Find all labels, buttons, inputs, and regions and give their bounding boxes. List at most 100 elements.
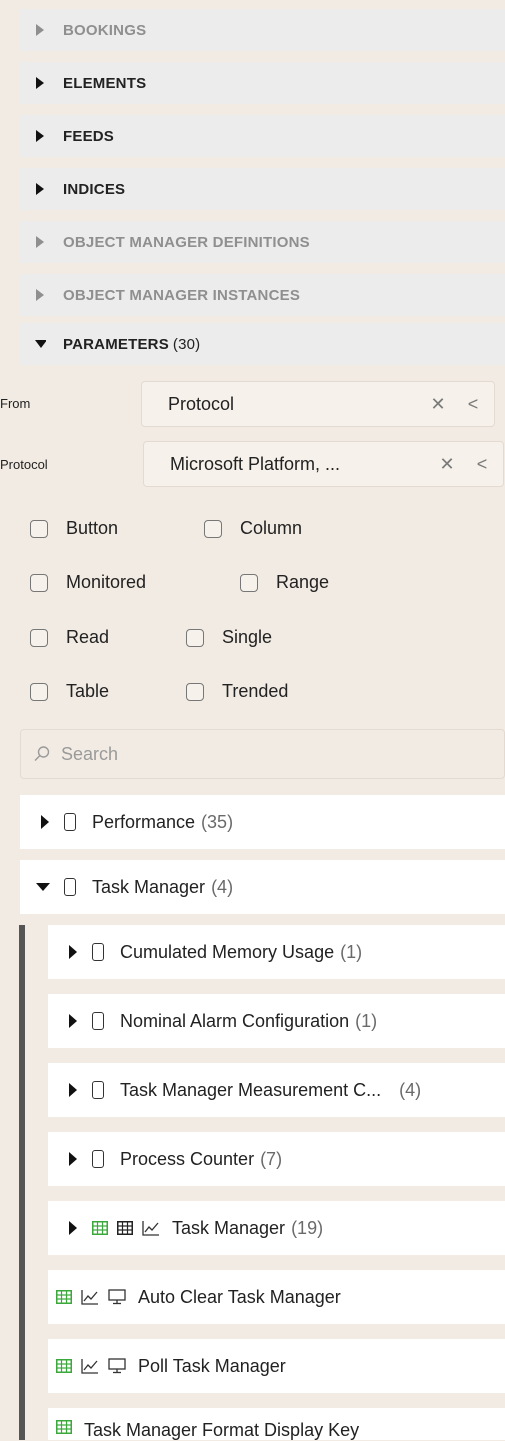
checkbox-label: Read [66, 627, 110, 647]
checkbox-box[interactable] [204, 519, 222, 538]
protocol-filter[interactable]: Microsoft Platform, ... ✕ < [143, 441, 504, 487]
tree-item-cumulated-memory-usage[interactable]: Cumulated Memory Usage (1) [48, 925, 505, 979]
tree-item-task-manager-table[interactable]: Task Manager (19) [48, 1201, 505, 1255]
tree-item-process-counter[interactable]: Process Counter (7) [48, 1132, 505, 1186]
search-box[interactable] [20, 729, 505, 779]
tree-item-task-manager-measurement[interactable]: Task Manager Measurement C... (4) [48, 1063, 505, 1117]
section-label: OBJECT MANAGER INSTANCES [63, 286, 301, 304]
checkbox-column[interactable]: Column [204, 518, 302, 539]
checkbox-range[interactable]: Range [240, 572, 329, 593]
section-feeds[interactable]: FEEDS [20, 115, 505, 157]
search-icon [33, 745, 51, 763]
from-label: From [0, 396, 31, 411]
section-elements[interactable]: ELEMENTS [20, 62, 505, 104]
checkbox-label: Monitored [66, 572, 147, 592]
section-label: FEEDS [63, 127, 115, 145]
tree-item-count: (35) [201, 811, 234, 832]
folder-icon [92, 1012, 104, 1030]
checkbox-box[interactable] [30, 519, 48, 538]
green-table-icon [56, 1290, 72, 1304]
section-indices[interactable]: INDICES [20, 168, 505, 210]
protocol-value: Microsoft Platform, ... [170, 453, 341, 474]
tree-item-count: (4) [211, 876, 234, 897]
chevron-right-icon [34, 76, 46, 90]
section-label: PARAMETERS [63, 335, 169, 353]
checkbox-box[interactable] [30, 573, 48, 592]
chevron-down-icon[interactable] [34, 882, 52, 892]
checkbox-trended[interactable]: Trended [186, 681, 288, 702]
tree-guide-line [19, 925, 25, 1440]
tree-item-performance[interactable]: Performance (35) [20, 795, 505, 849]
folder-icon [64, 878, 76, 896]
chevron-right-icon[interactable] [38, 814, 52, 830]
tree-item-count: (1) [340, 941, 363, 962]
tree-item-auto-clear-task-manager[interactable]: Auto Clear Task Manager [48, 1270, 505, 1324]
chevron-right-icon[interactable] [66, 1013, 80, 1029]
folder-icon [92, 943, 104, 961]
chevron-right-icon [34, 23, 46, 37]
checkbox-button[interactable]: Button [30, 518, 118, 539]
checkbox-box[interactable] [30, 682, 48, 701]
tree-item-label: Cumulated Memory Usage [120, 941, 335, 962]
tree-item-label: Auto Clear Task Manager [138, 1286, 341, 1307]
tree-item-count: (19) [291, 1217, 324, 1238]
checkbox-monitored[interactable]: Monitored [30, 572, 146, 593]
chevron-right-icon[interactable] [66, 944, 80, 960]
checkbox-box[interactable] [240, 573, 258, 592]
trend-icon [142, 1220, 160, 1236]
checkbox-label: Table [66, 681, 110, 701]
section-label: ELEMENTS [63, 74, 147, 92]
trend-icon [81, 1358, 99, 1374]
folder-icon [92, 1081, 104, 1099]
green-table-icon [92, 1221, 108, 1235]
section-object-manager-definitions[interactable]: OBJECT MANAGER DEFINITIONS [20, 221, 505, 263]
section-label: OBJECT MANAGER DEFINITIONS [63, 233, 310, 251]
chevron-right-icon [34, 288, 46, 302]
section-label: BOOKINGS [63, 21, 147, 39]
chevron-right-icon [34, 182, 46, 196]
tree-item-label: Performance [92, 811, 196, 832]
tree-item-label: Task Manager [92, 876, 206, 897]
checkbox-label: Button [66, 518, 119, 538]
tree-item-count: (4) [399, 1079, 422, 1100]
tree-item-label: Poll Task Manager [138, 1355, 286, 1376]
chevron-right-icon[interactable] [66, 1082, 80, 1098]
section-parameters[interactable]: PARAMETERS (30) [20, 323, 505, 365]
green-table-icon [56, 1420, 72, 1434]
tree-item-nominal-alarm-configuration[interactable]: Nominal Alarm Configuration (1) [48, 994, 505, 1048]
section-object-manager-instances[interactable]: OBJECT MANAGER INSTANCES [20, 274, 505, 316]
folder-icon [92, 1150, 104, 1168]
folder-icon [64, 813, 76, 831]
search-input[interactable] [59, 742, 463, 766]
from-filter[interactable]: Protocol ✕ < [141, 381, 495, 427]
section-count: (30) [172, 335, 201, 353]
checkbox-box[interactable] [186, 628, 204, 647]
clear-icon[interactable]: ✕ [437, 454, 457, 475]
checkbox-label: Column [240, 518, 303, 538]
collapse-icon[interactable]: < [475, 454, 489, 475]
chevron-right-icon[interactable] [66, 1220, 80, 1236]
tree-item-task-manager-format-display-key[interactable]: Task Manager Format Display Key [48, 1408, 505, 1440]
tree-item-count: (1) [355, 1010, 378, 1031]
checkbox-table[interactable]: Table [30, 681, 109, 702]
monitor-icon [108, 1289, 126, 1305]
chevron-right-icon[interactable] [66, 1151, 80, 1167]
tree-item-poll-task-manager[interactable]: Poll Task Manager [48, 1339, 505, 1393]
checkbox-label: Single [222, 627, 273, 647]
checkbox-box[interactable] [186, 682, 204, 701]
section-label: INDICES [63, 180, 126, 198]
section-bookings[interactable]: BOOKINGS [20, 9, 505, 51]
protocol-label: Protocol [0, 457, 48, 472]
tree-item-label: Process Counter [120, 1148, 255, 1169]
checkbox-label: Range [276, 572, 330, 592]
checkbox-box[interactable] [30, 628, 48, 647]
clear-icon[interactable]: ✕ [428, 394, 448, 415]
tree-item-label: Task Manager Measurement C... [120, 1079, 382, 1100]
tree-item-label: Task Manager Format Display Key [84, 1420, 360, 1440]
checkbox-label: Trended [222, 681, 289, 701]
checkbox-single[interactable]: Single [186, 627, 272, 648]
chevron-right-icon [34, 235, 46, 249]
collapse-icon[interactable]: < [466, 394, 480, 415]
checkbox-read[interactable]: Read [30, 627, 109, 648]
tree-item-task-manager[interactable]: Task Manager (4) [20, 860, 505, 914]
